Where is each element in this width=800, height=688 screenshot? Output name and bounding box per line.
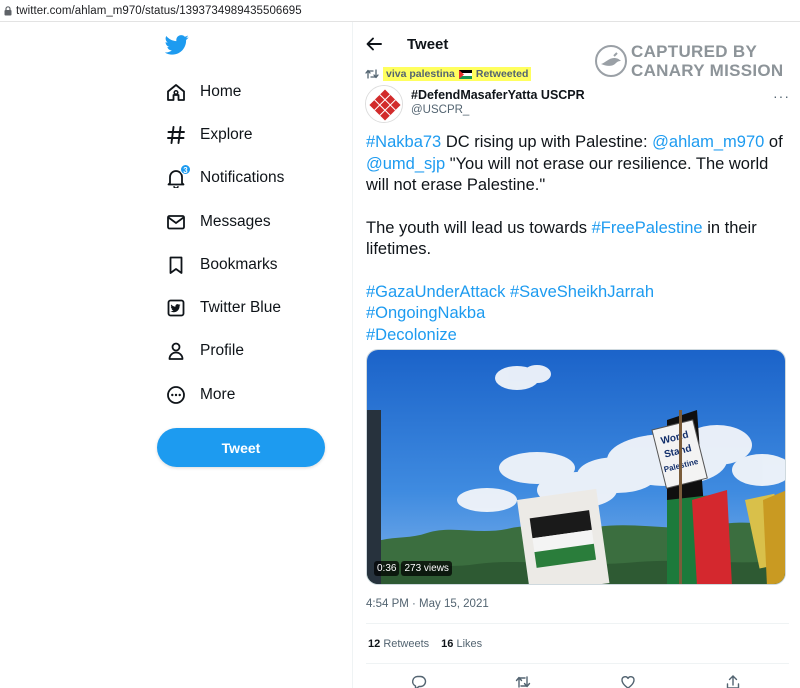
canary-bird-icon [595,45,627,77]
video-duration: 0:36 [374,561,400,576]
sidebar-item-bookmarks[interactable]: Bookmarks [165,243,345,286]
text-span: The youth will lead us towards [366,218,592,237]
person-icon [165,340,187,362]
sidebar-item-notifications[interactable]: 3 Notifications [165,157,345,200]
retweeted-label: Retweeted [475,68,529,80]
retweets-stat[interactable]: 12 Retweets [368,638,429,650]
tweet-compose-button[interactable]: Tweet [157,428,325,467]
browser-url-bar[interactable]: twitter.com/ahlam_m970/status/1393734989… [0,0,800,22]
text-span: DC rising up with Palestine: [441,133,653,151]
sidebar-item-more[interactable]: More [165,373,345,416]
share-icon[interactable] [725,674,741,688]
palestine-flag-icon [458,69,472,79]
sidebar-item-label: Home [200,82,242,100]
more-circle-icon [165,384,187,406]
sidebar-item-home[interactable]: Home [165,70,345,113]
video-info-badge: 0:36 273 views [374,561,452,576]
sidebar-item-label: Profile [200,342,244,360]
sidebar-item-messages[interactable]: Messages [165,200,345,243]
envelope-icon [165,211,187,233]
bookmark-icon [165,254,187,276]
home-icon [165,81,187,103]
watermark-line1: CAPTURED BY [631,42,758,61]
watermark-text: CAPTURED BY CANARY MISSION [631,42,784,80]
likes-label: Likes [456,638,483,650]
like-heart-icon[interactable] [620,674,636,688]
hashtag-icon [165,124,187,146]
sidebar-item-profile[interactable]: Profile [165,330,345,373]
sidebar-item-twitter-blue[interactable]: Twitter Blue [165,286,345,329]
hashtag-link[interactable]: #GazaUnderAttack [366,283,505,301]
retweet-highlight: viva palestina Retweeted [383,67,532,81]
retweet-action-icon[interactable] [515,674,531,688]
mention-link[interactable]: @ahlam_m970 [652,133,764,151]
hashtag-link[interactable]: #Nakba73 [366,133,441,151]
likes-stat[interactable]: 16 Likes [441,638,482,650]
more-options-icon[interactable]: ··· [773,88,790,104]
hashtag-link[interactable]: #SaveSheikhJarrah [510,283,654,301]
hashtag-link[interactable]: #FreePalestine [592,219,703,237]
text-span: of [764,133,783,151]
watermark-line2: CANARY MISSION [631,61,784,80]
retweeted-by: viva palestina Retweeted [365,67,532,81]
divider [366,623,789,624]
sidebar-item-label: Messages [200,212,271,230]
video-views: 273 views [401,561,452,576]
url-text[interactable]: twitter.com/ahlam_m970/status/1393734989… [16,5,302,17]
author-name[interactable]: #DefendMasaferYatta USCPR [411,88,585,102]
sidebar-item-label: More [200,385,236,403]
avatar[interactable] [365,85,403,123]
sidebar-item-explore[interactable]: Explore [165,113,345,156]
mention-link[interactable]: @umd_sjp [366,155,445,173]
divider [366,663,789,664]
tweet-actions [353,672,800,688]
notification-badge: 3 [180,164,191,176]
hashtag-link[interactable]: #Decolonize [366,326,457,344]
video-thumbnail: World Stand Palestine [367,350,785,584]
canary-mission-watermark: CAPTURED BY CANARY MISSION [595,42,784,80]
retweet-icon [365,68,379,80]
retweets-count: 12 [368,638,381,650]
sidebar-item-label: Bookmarks [200,255,278,273]
video-player[interactable]: World Stand Palestine 0:36 273 views [366,349,786,585]
likes-count: 16 [441,638,454,650]
tweet-stats: 12 Retweets 16 Likes [368,638,482,650]
twitter-logo-icon[interactable] [164,35,189,55]
retweets-label: Retweets [383,638,430,650]
retweeter-name[interactable]: viva palestina [386,68,455,80]
reply-icon[interactable] [411,674,427,688]
author-handle[interactable]: @USCPR_ [411,104,469,116]
tweet-paragraph-3: #GazaUnderAttack #SaveSheikhJarrah #Ongo… [366,282,791,347]
main-column: Tweet CAPTURED BY CANARY MISSION viva pa… [352,22,800,688]
back-arrow-icon[interactable] [365,35,383,53]
tweet-timestamp[interactable]: 4:54 PM · May 15, 2021 [366,598,489,610]
page-title: Tweet [407,36,449,53]
sidebar-nav: Home Explore 3 Notifications Messages Bo… [165,70,345,416]
tweet-paragraph-2: The youth will lead us towards #FreePale… [366,218,791,261]
twitter-blue-icon [165,297,187,319]
sidebar-item-label: Explore [200,125,253,143]
sidebar-item-label: Twitter Blue [200,299,281,317]
sidebar-item-label: Notifications [200,169,285,187]
tweet-text: #Nakba73 DC rising up with Palestine: @a… [366,132,791,346]
hashtag-link[interactable]: #OngoingNakba [366,304,485,322]
lock-icon [0,5,16,16]
bell-icon: 3 [165,164,191,189]
tweet-paragraph-1: #Nakba73 DC rising up with Palestine: @a… [366,132,791,197]
